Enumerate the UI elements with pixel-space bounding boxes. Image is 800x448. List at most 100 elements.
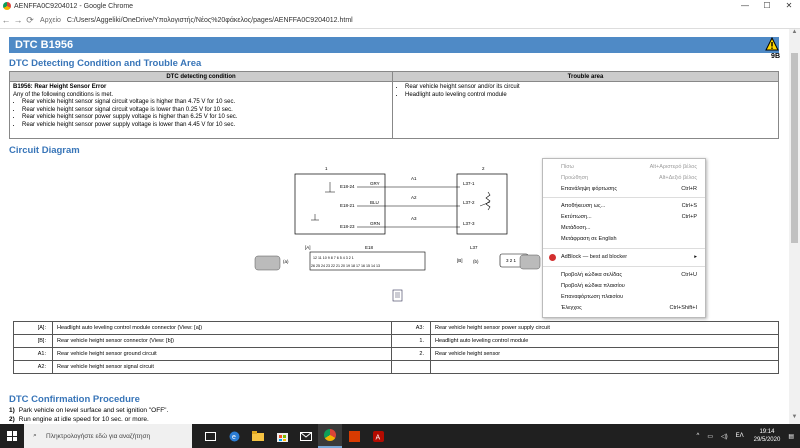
circuit-diagram: 1 2 E18-24 E18-21 E18-23 GRY BLU GRN A1 … [254,166,541,302]
pin-numbers: 12 11 10 9 8 7 6 5 4 3 2 1 [313,256,354,260]
section-heading-confirmation: DTC Confirmation Procedure [9,394,140,405]
menu-item-reload-frame[interactable]: Επαναφόρτωση πλαισίου [543,292,705,303]
pin-numbers: 26 25 24 23 22 21 20 19 18 17 16 15 14 1… [311,264,380,268]
office-icon[interactable] [342,424,366,448]
pin-label: L37-1 [463,181,475,186]
taskbar: ⌕ Πληκτρολογήστε εδώ για αναζήτηση e A ^… [0,424,800,448]
task-view-icon[interactable] [198,424,222,448]
view-label: (a) [283,259,289,264]
page-info-icon[interactable]: Αρχείο [40,17,61,24]
url-field[interactable]: C:/Users/Aggeliki/OneDrive/Υπολογιστής/Ν… [67,17,353,24]
mail-icon[interactable] [294,424,318,448]
back-icon[interactable]: ← [0,15,12,25]
condition-table: DTC detecting condition Trouble area B19… [9,71,779,139]
module-number: 1 [325,166,328,171]
reload-icon[interactable]: ⟳ [24,15,36,26]
condition-item: Rear vehicle height sensor signal circui… [22,99,389,107]
document-icon[interactable] [392,289,403,302]
scroll-down-icon[interactable]: ▼ [789,414,800,424]
condition-item: Rear vehicle height sensor power supply … [22,122,389,130]
acrobat-icon[interactable]: A [366,424,390,448]
pin-label: E18-23 [340,224,355,229]
step-item: 2) Run engine at idle speed for 10 sec. o… [9,416,149,423]
adblock-icon [549,254,556,261]
menu-item-reload[interactable]: Επανάληψη φόρτωσης Ctrl+R [543,184,705,195]
notifications-icon[interactable]: ▤ [788,433,794,440]
legend-table: [A]: Headlight auto leveling control mod… [13,321,779,374]
edge-icon[interactable]: e [222,424,246,448]
menu-item-save-as[interactable]: Αποθήκευση ως... Ctrl+S [543,201,705,212]
svg-text:A: A [375,434,380,441]
menu-divider [543,248,705,249]
vertical-scrollbar[interactable]: ▲ ▼ [789,29,800,424]
network-icon[interactable]: ▭ [707,433,713,440]
windows-logo-icon [7,431,17,441]
wire-color: GRN [370,221,380,226]
clock[interactable]: 19:14 29/5/2020 [754,428,781,444]
pin-label: L37-3 [463,221,475,226]
start-button[interactable] [0,424,24,448]
connector-tag: [B] [457,258,463,263]
chrome-taskbar-icon[interactable] [318,424,342,448]
chrome-icon [3,2,11,10]
menu-item-view-frame-source[interactable]: Προβολή κώδικα πλαισίου [543,281,705,292]
circuit-label: A2 [411,195,417,200]
tray-chevron-icon[interactable]: ^ [696,433,699,439]
connector-view-icon [519,254,541,270]
trouble-item: Headlight auto leveling control module [405,92,775,100]
system-tray: ^ ▭ ◁) ΕΛ 19:14 29/5/2020 ▤ [692,424,800,448]
table-row: [B]: Rear vehicle height sensor connecto… [13,334,779,348]
menu-item-cast[interactable]: Μετάδοση... [543,223,705,234]
menu-item-inspect[interactable]: Έλεγχος Ctrl+Shift+I [543,303,705,314]
connector-view-icon [254,255,281,271]
menu-item-print[interactable]: Εκτύπωση... Ctrl+P [543,212,705,223]
table-row: [A]: Headlight auto leveling control mod… [13,321,779,335]
taskbar-search[interactable]: ⌕ Πληκτρολογήστε εδώ για αναζήτηση [24,424,192,448]
search-placeholder: Πληκτρολογήστε εδώ για αναζήτηση [46,432,151,440]
column-header: Trouble area [392,71,779,82]
wire-color: GRY [370,181,380,186]
condition-item: Rear vehicle height sensor signal circui… [22,107,389,115]
wire-color: BLU [370,200,379,205]
condition-title: B1956: Rear Height Sensor Error [13,84,107,90]
condition-item: Rear vehicle height sensor power supply … [22,114,389,122]
minimize-button[interactable]: — [734,0,756,12]
close-button[interactable]: ✕ [778,0,800,12]
reference-code: 9B [771,53,780,60]
maximize-button[interactable]: ☐ [756,0,778,12]
column-header: DTC detecting condition [9,71,393,82]
window-title: AENFFA0C9204012 - Google Chrome [14,2,134,10]
forward-icon[interactable]: → [12,15,24,25]
input-language[interactable]: ΕΛ [736,433,744,439]
view-label: (b) [473,259,479,264]
trouble-cell: Rear vehicle height sensor and/or its ci… [392,81,779,139]
menu-divider [543,197,705,198]
table-row: A2: Rear vehicle height sensor signal ci… [13,360,779,374]
scroll-thumb[interactable] [791,53,798,243]
menu-divider [543,266,705,267]
dtc-title: DTC B1956 [9,37,779,53]
condition-cell: B1956: Rear Height Sensor Error Any of t… [9,81,393,139]
store-icon[interactable] [270,424,294,448]
menu-item-adblock[interactable]: AdBlock — best ad blocker ▸ [543,252,705,263]
address-bar: ← → ⟳ Αρχείο C:/Users/Aggeliki/OneDrive/… [0,12,800,29]
pin-numbers: 3 2 1 [506,258,517,263]
menu-item-translate[interactable]: Μετάφραση σε English [543,234,705,245]
menu-item-view-source[interactable]: Προβολή κώδικα σελίδας Ctrl+U [543,270,705,281]
pin-label: E18-21 [340,203,355,208]
potentiometer-symbol [485,191,491,211]
menu-item-forward[interactable]: Προώθηση Alt+Δεξιό βέλος [543,173,705,184]
step-item: 1) Park vehicle on level surface and set … [9,407,169,414]
circuit-label: A3 [411,216,417,221]
warning-icon [765,37,779,51]
menu-item-back[interactable]: Πίσω Alt+Αριστερό βέλος [543,162,705,173]
file-explorer-icon[interactable] [246,424,270,448]
volume-icon[interactable]: ◁) [721,433,728,440]
circuit-label: A1 [411,176,417,181]
scroll-up-icon[interactable]: ▲ [789,29,800,39]
search-icon: ⌕ [33,432,37,439]
table-row: A1: Rear vehicle height sensor ground ci… [13,347,779,361]
window-controls: — ☐ ✕ [734,0,800,12]
connector-name: L37 [470,245,478,250]
sensor-number: 2 [482,166,485,171]
